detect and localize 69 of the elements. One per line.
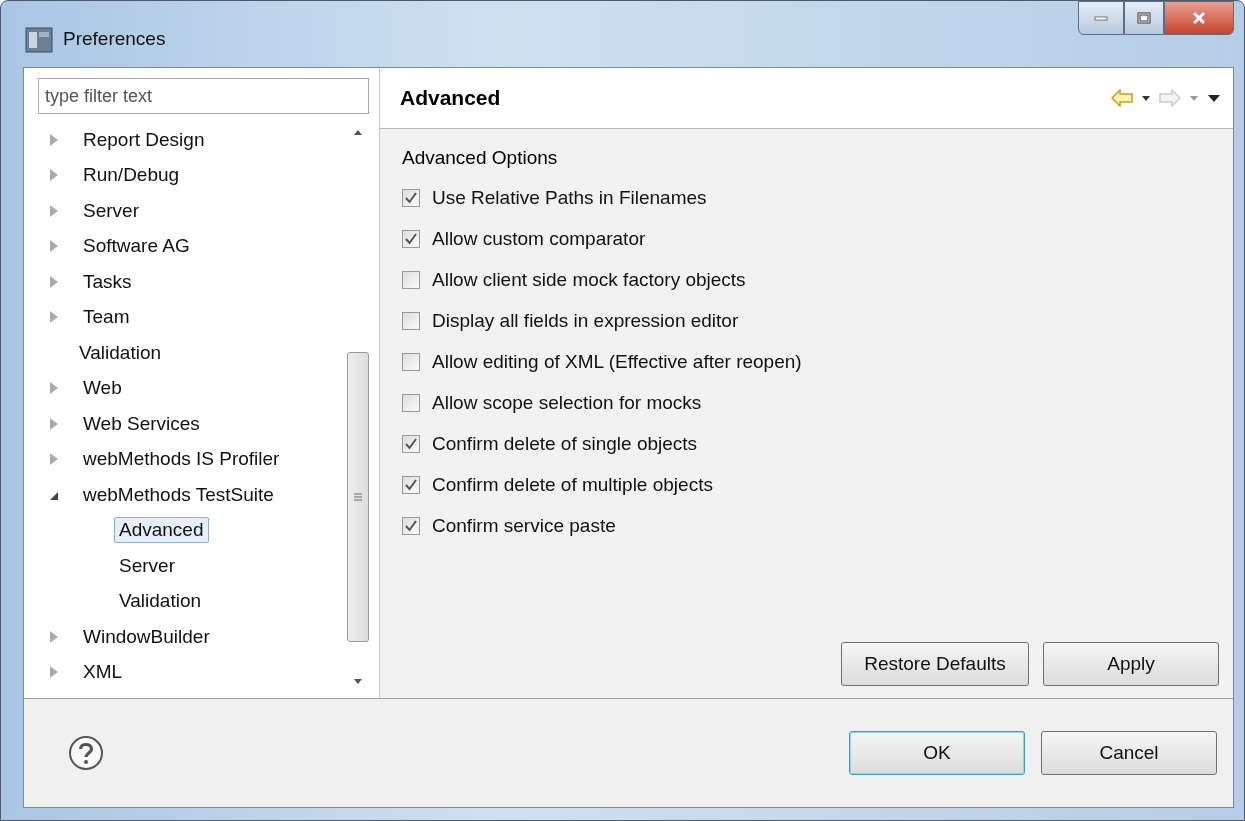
option-label: Allow scope selection for mocks (432, 391, 702, 414)
apply-button[interactable]: Apply (1043, 642, 1219, 686)
tree-item[interactable]: Validation (74, 339, 167, 366)
back-arrow-icon[interactable] (1111, 89, 1133, 107)
cancel-button[interactable]: Cancel (1041, 731, 1217, 775)
option-label: Display all fields in expression editor (432, 309, 739, 332)
checkbox[interactable] (402, 188, 420, 207)
checkbox[interactable] (402, 270, 420, 289)
option-label: Allow client side mock factory objects (432, 268, 746, 291)
checkbox[interactable] (402, 229, 420, 248)
option-label: Confirm delete of single objects (432, 432, 698, 455)
app-icon (25, 27, 53, 53)
option-label: Confirm delete of multiple objects (432, 473, 713, 496)
collapse-triangle-icon[interactable] (50, 491, 58, 500)
tree-item[interactable]: XML (78, 659, 128, 686)
tree-item[interactable]: Server (78, 197, 144, 224)
expand-triangle-icon[interactable] (50, 133, 58, 146)
checkbox[interactable] (402, 434, 420, 453)
restore-defaults-button[interactable]: Restore Defaults (841, 642, 1029, 686)
option-label: Confirm service paste (432, 514, 616, 537)
checkbox[interactable] (402, 311, 420, 330)
expand-triangle-icon[interactable] (50, 275, 58, 288)
expand-triangle-icon[interactable] (50, 311, 58, 324)
expand-triangle-icon[interactable] (50, 382, 58, 395)
tree-item[interactable]: Software AG (78, 233, 195, 260)
scroll-up-icon[interactable] (353, 128, 363, 136)
tree-item[interactable]: Advanced (114, 517, 209, 544)
help-icon[interactable] (68, 735, 104, 771)
checkbox[interactable] (402, 475, 420, 494)
checkbox[interactable] (402, 393, 420, 412)
grip-icon (353, 492, 363, 502)
option-label: Allow custom comparator (432, 227, 646, 250)
expand-triangle-icon[interactable] (50, 240, 58, 253)
forward-arrow-icon[interactable] (1159, 89, 1181, 107)
expand-triangle-icon[interactable] (50, 204, 58, 217)
tree-item[interactable]: Validation (114, 588, 207, 615)
menu-icon[interactable] (1207, 93, 1221, 103)
tree-item[interactable]: Team (78, 304, 135, 331)
window-title: Preferences (63, 28, 166, 50)
tree-item[interactable]: Run/Debug (78, 162, 185, 189)
page-title: Advanced (400, 86, 502, 110)
tree-item[interactable]: Web (78, 375, 127, 402)
expand-triangle-icon[interactable] (50, 630, 58, 643)
tree-item[interactable]: Tasks (78, 268, 137, 295)
expand-triangle-icon[interactable] (50, 417, 58, 430)
expand-triangle-icon[interactable] (50, 666, 58, 679)
tree-item[interactable]: Report Design (78, 126, 210, 153)
filter-field[interactable]: type filter text (38, 78, 369, 114)
option-label: Allow editing of XML (Effective after reopen) (432, 350, 802, 373)
expand-triangle-icon[interactable] (50, 453, 58, 466)
option-label: Use Relative Paths in Filenames (432, 186, 707, 209)
dropdown-icon[interactable] (1141, 94, 1151, 102)
checkbox[interactable] (402, 352, 420, 371)
ok-button[interactable]: OK (849, 731, 1025, 775)
minimize-button[interactable] (1078, 1, 1124, 35)
checkbox[interactable] (402, 516, 420, 535)
close-button[interactable] (1164, 1, 1234, 35)
expand-triangle-icon[interactable] (50, 169, 58, 182)
tree-item[interactable]: Server (114, 552, 180, 579)
maximize-button[interactable] (1124, 1, 1164, 35)
tree-item[interactable]: WindowBuilder (78, 623, 215, 650)
group-label: Advanced Options (402, 147, 558, 169)
tree-item[interactable]: webMethods IS Profiler (78, 446, 285, 473)
scroll-down-icon[interactable] (353, 678, 363, 686)
tree-item[interactable]: Web Services (78, 410, 205, 437)
minimize-icon (1094, 15, 1108, 21)
maximize-icon (1137, 12, 1151, 24)
close-icon (1191, 11, 1207, 25)
tree-item[interactable]: webMethods TestSuite (78, 481, 279, 508)
